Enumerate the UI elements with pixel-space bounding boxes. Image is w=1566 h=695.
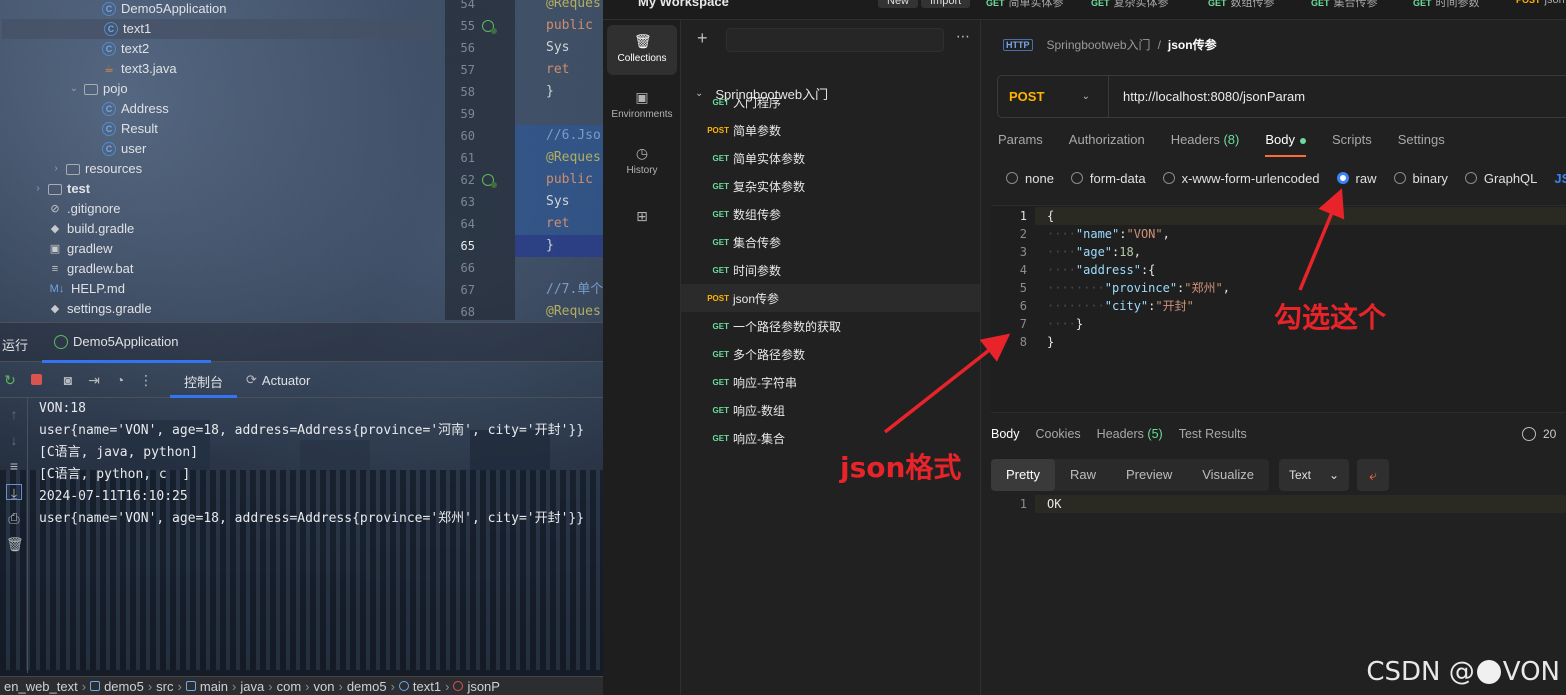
arrow-to-json-body — [883, 333, 1011, 434]
watermark-csdn: CSDN @ — [1366, 657, 1475, 687]
watermark-name: VON — [1502, 657, 1560, 687]
watermark-dot — [1476, 660, 1501, 684]
annotation-json-format: json格式 — [840, 451, 962, 484]
annotation-check-this: 勾选这个 — [1274, 301, 1387, 334]
csdn-watermark: CSDN @ VON — [1366, 657, 1560, 687]
arrow-to-raw — [1298, 188, 1345, 291]
annotation-arrows — [883, 188, 1345, 434]
